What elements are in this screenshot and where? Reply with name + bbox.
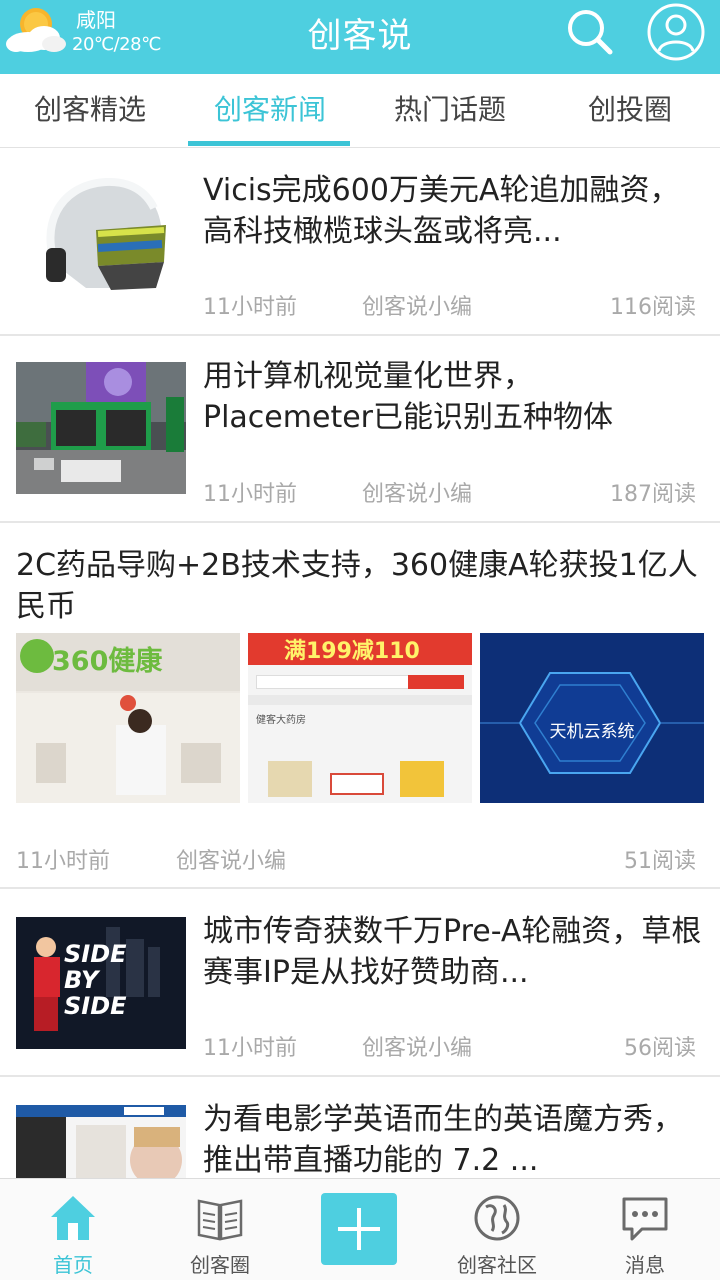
tab-hot-topics[interactable]: 热门话题 bbox=[360, 74, 540, 148]
article-title[interactable]: Vicis完成600万美元A轮追加融资，高科技橄榄球头盔或将亮... bbox=[203, 170, 703, 252]
nav-community[interactable]: 创客社区 bbox=[442, 1179, 552, 1280]
search-icon bbox=[568, 10, 613, 55]
article-title[interactable]: 城市传奇获数千万Pre-A轮融资，草根赛事IP是从找好赞助商... bbox=[203, 911, 703, 993]
tab-news[interactable]: 创客新闻 bbox=[180, 74, 360, 148]
article-title[interactable]: 用计算机视觉量化世界，Placemeter已能识别五种物体 bbox=[203, 356, 698, 438]
nav-maker-circle-label: 创客圈 bbox=[190, 1253, 250, 1277]
article-title[interactable]: 2C药品导购+2B技术支持，360健康A轮获投1亿人民币 bbox=[16, 545, 706, 627]
article-read-count: 187阅读 bbox=[610, 482, 696, 507]
article-time: 11小时前 bbox=[203, 1036, 297, 1061]
user-avatar-icon bbox=[647, 3, 705, 61]
image-text-by: BY bbox=[64, 966, 99, 994]
article-time: 11小时前 bbox=[203, 295, 297, 320]
article-read-count: 116阅读 bbox=[610, 295, 696, 320]
image-banner-text: 满199减110 bbox=[284, 639, 420, 664]
article-thumbnail bbox=[16, 362, 186, 494]
home-icon bbox=[51, 1196, 95, 1240]
nav-home-label: 首页 bbox=[53, 1253, 93, 1277]
article-author: 创客说小编 bbox=[176, 849, 287, 874]
category-tabs: 创客精选 创客新闻 热门话题 创投圈 bbox=[0, 74, 720, 148]
nav-messages[interactable]: 消息 bbox=[590, 1179, 700, 1280]
image-logo-text: 360健康 bbox=[52, 646, 163, 677]
app-header: 咸阳 20℃/28℃ 创客说 bbox=[0, 0, 720, 74]
article-author: 创客说小编 bbox=[362, 1036, 473, 1061]
image-system-text: 天机云系统 bbox=[549, 722, 635, 742]
street-scene-image bbox=[16, 362, 186, 494]
bottom-navigation: 首页 创客圈 创客社区 消息 bbox=[0, 1178, 720, 1280]
article-author: 创客说小编 bbox=[362, 482, 473, 507]
article-thumbnail: SIDE BY SIDE bbox=[16, 917, 186, 1049]
article-image-1: 360健康 bbox=[16, 633, 240, 803]
add-post-button[interactable] bbox=[321, 1193, 397, 1265]
article-item[interactable]: 2C药品导购+2B技术支持，360健康A轮获投1亿人民币 360健康 满199减… bbox=[0, 523, 720, 889]
article-item[interactable]: 为看电影学英语而生的英语魔方秀，推出带直播功能的 7.2 ... bbox=[0, 1077, 720, 1178]
search-button[interactable] bbox=[560, 2, 620, 62]
article-item[interactable]: Vicis完成600万美元A轮追加融资，高科技橄榄球头盔或将亮... 11小时前… bbox=[0, 148, 720, 336]
article-item[interactable]: SIDE BY SIDE 城市传奇获数千万Pre-A轮融资，草根赛事IP是从找好… bbox=[0, 889, 720, 1077]
image-text-side-1: SIDE bbox=[64, 940, 127, 968]
book-icon bbox=[197, 1199, 243, 1241]
article-author: 创客说小编 bbox=[362, 295, 473, 320]
nav-home[interactable]: 首页 bbox=[18, 1179, 128, 1280]
active-tab-indicator bbox=[188, 141, 350, 146]
plus-logo-icon bbox=[20, 639, 54, 673]
nav-maker-circle[interactable]: 创客圈 bbox=[165, 1179, 275, 1280]
nav-messages-label: 消息 bbox=[625, 1253, 665, 1277]
article-time: 11小时前 bbox=[16, 849, 110, 874]
article-time: 11小时前 bbox=[203, 482, 297, 507]
globe-icon bbox=[474, 1195, 520, 1241]
helmet-image bbox=[16, 170, 186, 302]
article-image-3: 天机云系统 bbox=[480, 633, 704, 803]
profile-button[interactable] bbox=[646, 2, 706, 62]
image-text-side-2: SIDE bbox=[64, 992, 127, 1020]
plus-icon bbox=[338, 1208, 380, 1250]
article-thumbnail bbox=[16, 1105, 186, 1178]
article-title[interactable]: 为看电影学英语而生的英语魔方秀，推出带直播功能的 7.2 ... bbox=[203, 1099, 703, 1178]
article-image-2: 满199减110 健客大药房 bbox=[248, 633, 472, 803]
message-icon bbox=[622, 1197, 668, 1241]
tab-investment[interactable]: 创投圈 bbox=[540, 74, 720, 148]
nav-community-label: 创客社区 bbox=[457, 1253, 537, 1277]
article-read-count: 56阅读 bbox=[624, 1036, 696, 1061]
article-thumbnail bbox=[16, 170, 186, 302]
tab-featured[interactable]: 创客精选 bbox=[0, 74, 180, 148]
article-item[interactable]: 用计算机视觉量化世界，Placemeter已能识别五种物体 11小时前 创客说小… bbox=[0, 336, 720, 523]
image-store-text: 健客大药房 bbox=[256, 715, 306, 726]
article-read-count: 51阅读 bbox=[624, 849, 696, 874]
